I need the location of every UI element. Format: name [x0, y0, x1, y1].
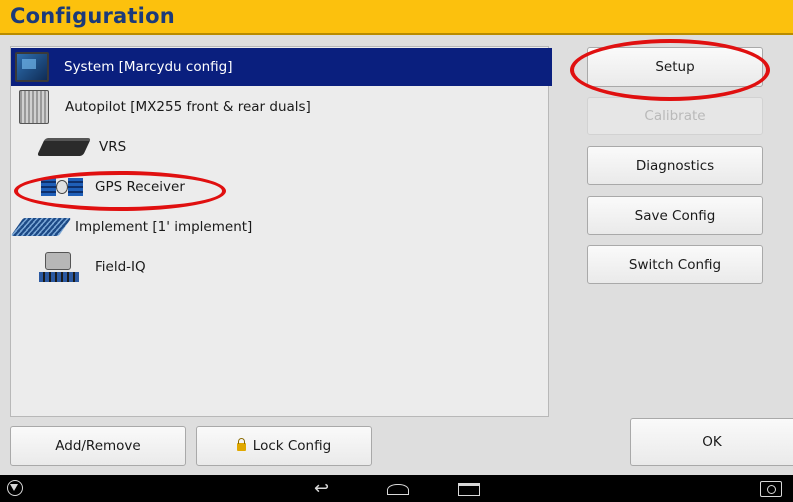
setup-button[interactable]: Setup: [587, 47, 763, 87]
lock-config-label: Lock Config: [252, 438, 332, 454]
content-area: System [Marcydu config] Autopilot [MX255…: [0, 35, 793, 475]
recent-apps-icon[interactable]: [458, 483, 480, 496]
implement-icon: [10, 218, 72, 236]
system-display-icon: [15, 52, 49, 82]
android-nav-bar: ↩: [0, 475, 793, 502]
list-item-label: GPS Receiver: [95, 179, 185, 195]
gps-satellite-icon: [41, 176, 83, 198]
home-icon[interactable]: [387, 484, 409, 495]
list-item-label: VRS: [99, 139, 127, 155]
field-iq-icon: [39, 250, 79, 284]
ok-button[interactable]: OK: [630, 418, 793, 466]
title-bar: Configuration: [0, 0, 793, 35]
list-item-field-iq[interactable]: Field-IQ: [11, 248, 576, 286]
vrs-modem-icon: [36, 138, 92, 156]
diagnostics-button[interactable]: Diagnostics: [587, 146, 763, 185]
switch-config-button[interactable]: Switch Config: [587, 245, 763, 284]
page-title: Configuration: [10, 4, 175, 28]
list-item-label: Autopilot [MX255 front & rear duals]: [65, 99, 311, 115]
lock-icon: [236, 438, 246, 451]
list-item-label: System [Marcydu config]: [64, 59, 233, 75]
list-item-system[interactable]: System [Marcydu config]: [11, 48, 552, 86]
list-item-autopilot[interactable]: Autopilot [MX255 front & rear duals]: [11, 88, 556, 126]
calibrate-button[interactable]: Calibrate: [587, 97, 763, 135]
autopilot-controller-icon: [19, 90, 49, 124]
config-list[interactable]: System [Marcydu config] Autopilot [MX255…: [10, 46, 552, 417]
list-item-implement[interactable]: Implement [1' implement]: [10, 208, 554, 246]
list-item-gps-receiver[interactable]: GPS Receiver: [11, 168, 578, 206]
save-config-button[interactable]: Save Config: [587, 196, 763, 235]
list-item-vrs[interactable]: VRS: [11, 128, 578, 166]
add-remove-button[interactable]: Add/Remove: [10, 426, 186, 466]
back-icon[interactable]: ↩: [314, 475, 329, 502]
lock-config-button[interactable]: Lock Config: [196, 426, 372, 466]
list-item-label: Implement [1' implement]: [75, 219, 253, 235]
list-item-label: Field-IQ: [95, 259, 146, 275]
trimble-logo-icon[interactable]: [7, 480, 23, 496]
screenshot-icon[interactable]: [760, 481, 782, 497]
